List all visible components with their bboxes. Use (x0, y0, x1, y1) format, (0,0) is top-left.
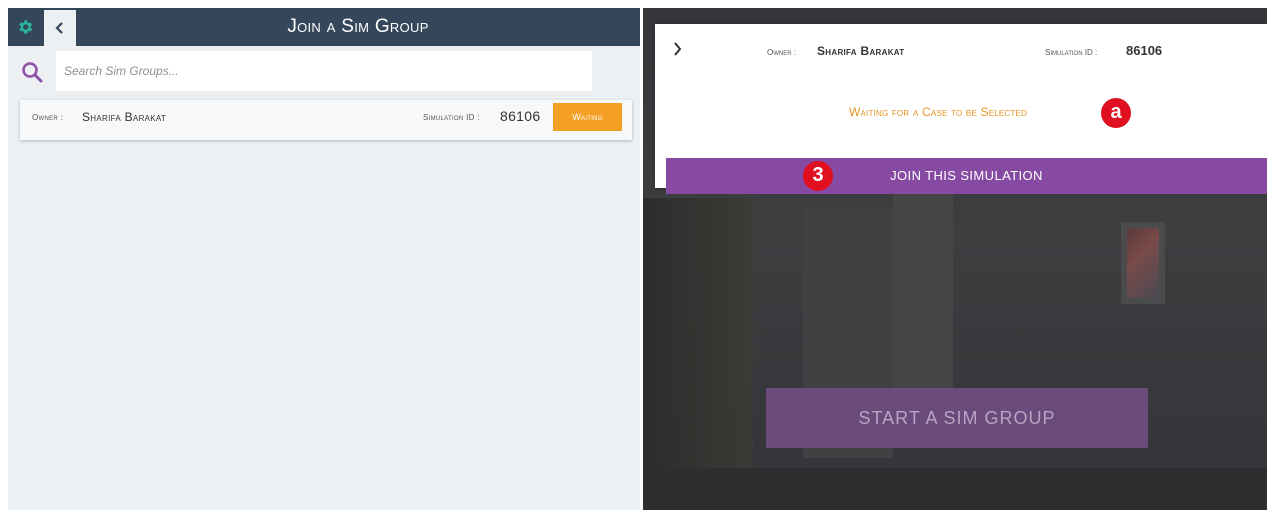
simulation-id-label: Simulation ID : (1045, 48, 1098, 57)
chevron-left-icon (55, 22, 63, 34)
background-floor (643, 468, 1267, 510)
top-bar: Join a Sim Group (8, 8, 640, 46)
status-badge: Waiting (553, 103, 622, 131)
sim-group-row[interactable]: Owner : Sharifa Barakat Simulation ID : … (20, 100, 632, 140)
simulation-id-value: 86106 (1126, 43, 1163, 58)
owner-name: Sharifa Barakat (82, 110, 167, 124)
gear-icon (19, 20, 33, 34)
background-window (643, 198, 753, 510)
simulation-id-value: 86106 (500, 108, 541, 124)
search-input[interactable] (56, 51, 592, 91)
settings-button[interactable] (8, 8, 42, 46)
page-title: Join a Sim Group (287, 16, 429, 37)
status-message: Waiting for a Case to be Selected (849, 105, 1028, 119)
owner-label: Owner : (32, 113, 64, 122)
back-button[interactable] (44, 10, 76, 46)
annotation-marker-3: 3 (803, 161, 833, 191)
search-icon[interactable] (20, 60, 44, 84)
owner-label: Owner : (767, 48, 796, 57)
chevron-right-icon[interactable] (669, 40, 687, 58)
join-simulation-button[interactable]: JOIN THIS SIMULATION (666, 158, 1267, 194)
search-bar (8, 46, 640, 96)
owner-name: Sharifa Barakat (817, 44, 905, 58)
background-wall-art (1121, 222, 1165, 304)
simulation-detail-panel: Owner : Sharifa Barakat Simulation ID : … (643, 8, 1267, 510)
simulation-info-card: Owner : Sharifa Barakat Simulation ID : … (655, 24, 1267, 194)
join-sim-group-panel: Join a Sim Group Owner : Sharifa Barakat… (8, 8, 640, 510)
simulation-id-label: Simulation ID : (423, 113, 480, 122)
annotation-marker-a: a (1101, 98, 1131, 128)
start-sim-group-button[interactable]: START A SIM GROUP (766, 388, 1148, 448)
